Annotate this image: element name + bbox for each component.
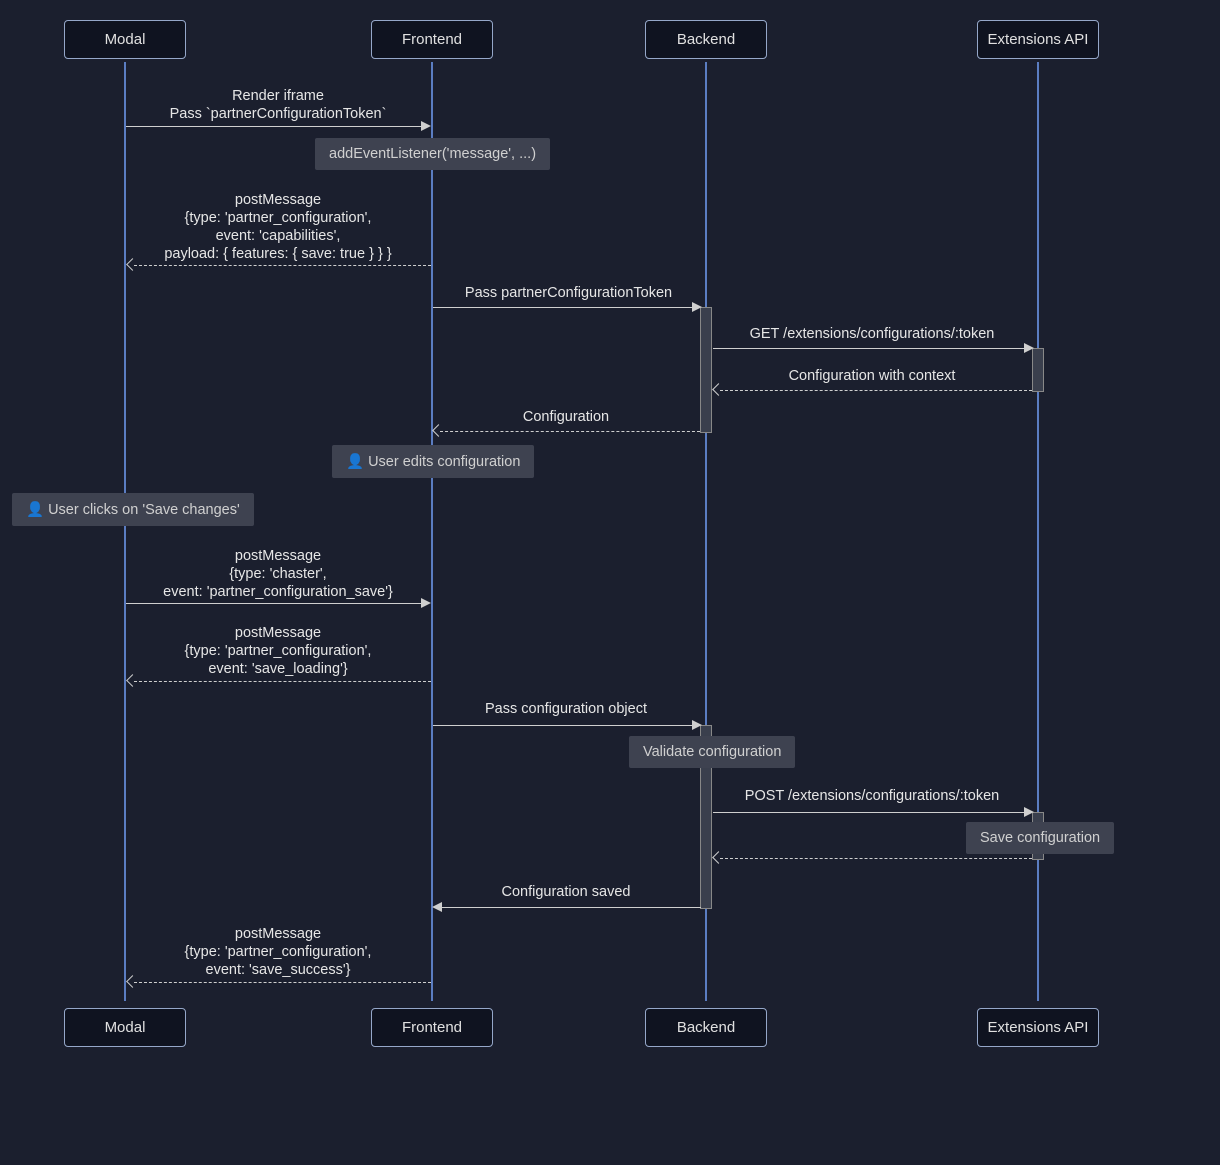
note-add-event-listener: addEventListener('message', ...) (315, 138, 550, 170)
arrowhead-m10 (1024, 807, 1034, 817)
msg-save-loading-l2: {type: 'partner_configuration', (125, 643, 431, 659)
arrow-m3 (433, 307, 693, 308)
note-user-clicks-save-text: User clicks on 'Save changes' (48, 502, 240, 518)
msg-config-context: Configuration with context (712, 368, 1032, 384)
arrow-m13 (134, 982, 431, 983)
arrowhead-m3 (692, 302, 702, 312)
activation-backend-1 (700, 307, 712, 433)
msg-save-success-l3: event: 'save_success'} (125, 962, 431, 978)
actor-modal-top: Modal (64, 20, 186, 59)
msg-config: Configuration (432, 409, 700, 425)
arrow-m12 (441, 907, 701, 908)
arrowhead-m4 (1024, 343, 1034, 353)
msg-post-config: POST /extensions/configurations/:token (712, 788, 1032, 804)
actor-extensions-bottom: Extensions API (977, 1008, 1099, 1047)
msg-capabilities-l2: {type: 'partner_configuration', (125, 210, 431, 226)
arrow-m9 (433, 725, 693, 726)
arrow-m5 (720, 390, 1032, 391)
msg-get-config: GET /extensions/configurations/:token (712, 326, 1032, 342)
user-icon: 👤 (26, 502, 44, 518)
msg-save-success-l2: {type: 'partner_configuration', (125, 944, 431, 960)
msg-save-trigger-l2: {type: 'chaster', (125, 566, 431, 582)
msg-save-success-l1: postMessage (125, 926, 431, 942)
arrow-m1 (126, 126, 422, 127)
arrowhead-m9 (692, 720, 702, 730)
lifeline-frontend (431, 62, 433, 1001)
actor-modal-bottom: Modal (64, 1008, 186, 1047)
actor-backend-top: Backend (645, 20, 767, 59)
arrowhead-m6 (432, 424, 445, 437)
actor-frontend-top: Frontend (371, 20, 493, 59)
note-user-edits-text: User edits configuration (368, 454, 520, 470)
msg-save-loading-l3: event: 'save_loading'} (125, 661, 431, 677)
msg-save-loading-l1: postMessage (125, 625, 431, 641)
arrowhead-m1 (421, 121, 431, 131)
note-validate-config: Validate configuration (629, 736, 795, 768)
msg-capabilities-l3: event: 'capabilities', (125, 228, 431, 244)
arrow-m4 (713, 348, 1025, 349)
arrow-m8 (134, 681, 431, 682)
msg-save-trigger-l3: event: 'partner_configuration_save'} (125, 584, 431, 600)
arrow-m10 (713, 812, 1025, 813)
msg-capabilities-l4: payload: { features: { save: true } } } (125, 246, 431, 262)
arrow-m6 (440, 431, 700, 432)
arrow-m11 (720, 858, 1032, 859)
msg-capabilities-l1: postMessage (125, 192, 431, 208)
note-user-clicks-save: 👤User clicks on 'Save changes' (12, 493, 254, 526)
actor-frontend-bottom: Frontend (371, 1008, 493, 1047)
arrowhead-m11 (712, 851, 725, 864)
actor-extensions-top: Extensions API (977, 20, 1099, 59)
arrowhead-m7 (421, 598, 431, 608)
actor-backend-bottom: Backend (645, 1008, 767, 1047)
msg-config-saved: Configuration saved (432, 884, 700, 900)
msg-pass-token: Pass partnerConfigurationToken (432, 285, 705, 301)
msg-pass-config-obj: Pass configuration object (432, 701, 700, 717)
msg-render-iframe-l2: Pass `partnerConfigurationToken` (125, 106, 431, 122)
arrow-m2 (134, 265, 431, 266)
user-icon: 👤 (346, 454, 364, 470)
note-save-config: Save configuration (966, 822, 1114, 854)
note-user-edits: 👤User edits configuration (332, 445, 534, 478)
activation-ext-1 (1032, 348, 1044, 392)
arrowhead-m12 (432, 902, 442, 912)
arrow-m7 (126, 603, 422, 604)
lifeline-extensions (1037, 62, 1039, 1001)
msg-save-trigger-l1: postMessage (125, 548, 431, 564)
arrowhead-m5 (712, 383, 725, 396)
msg-render-iframe-l1: Render iframe (125, 88, 431, 104)
